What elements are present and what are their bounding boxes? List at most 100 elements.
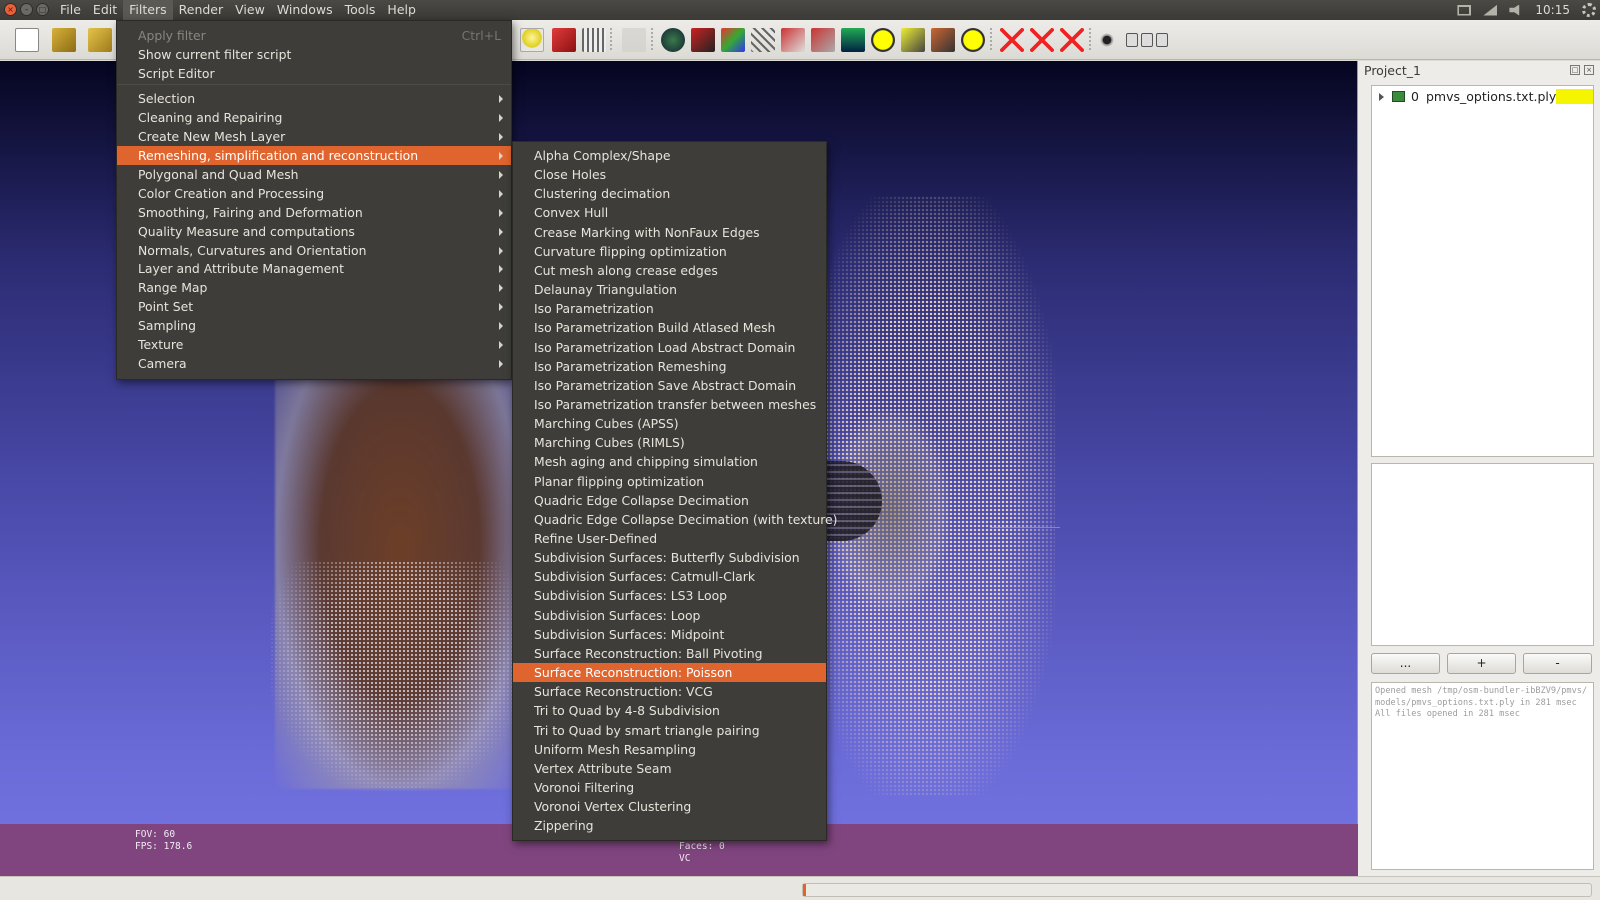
- close-panel-button[interactable]: ×: [1584, 65, 1594, 75]
- smooth-shading-icon[interactable]: [552, 28, 576, 52]
- remesh-menu-item[interactable]: Marching Cubes (RIMLS): [513, 433, 826, 452]
- remesh-menu-item[interactable]: Subdivision Surfaces: Midpoint: [513, 625, 826, 644]
- remesh-menu-item[interactable]: Iso Parametrization Save Abstract Domain: [513, 376, 826, 395]
- filters-menu-item[interactable]: Color Creation and Processing: [117, 184, 511, 203]
- eye-icon[interactable]: [1100, 33, 1114, 47]
- filters-menu-item[interactable]: Polygonal and Quad Mesh: [117, 165, 511, 184]
- remesh-menu-item[interactable]: Clustering decimation: [513, 184, 826, 203]
- menu-windows[interactable]: Windows: [271, 0, 339, 20]
- visibility-icon[interactable]: [1392, 91, 1405, 102]
- minimize-icon[interactable]: [1126, 33, 1138, 47]
- select-vertices-icon[interactable]: [781, 28, 805, 52]
- filters-menu-item[interactable]: Remeshing, simplification and reconstruc…: [117, 146, 511, 165]
- gear-icon[interactable]: [1582, 3, 1596, 17]
- remesh-menu-item[interactable]: Close Holes: [513, 165, 826, 184]
- texture-icon[interactable]: [582, 28, 606, 52]
- brush-icon[interactable]: [901, 28, 925, 52]
- remesh-menu-item[interactable]: Subdivision Surfaces: Catmull-Clark: [513, 567, 826, 586]
- filters-menu-item[interactable]: Smoothing, Fairing and Deformation: [117, 203, 511, 222]
- remesh-menu-item[interactable]: Surface Reconstruction: Poisson: [513, 663, 826, 683]
- remesh-menu-item[interactable]: Iso Parametrization Remeshing: [513, 357, 826, 376]
- filters-menu-item[interactable]: Texture: [117, 335, 511, 354]
- remesh-menu-item[interactable]: Iso Parametrization: [513, 299, 826, 318]
- filters-menu-item[interactable]: Quality Measure and computations: [117, 222, 511, 241]
- remesh-menu-item[interactable]: Uniform Mesh Resampling: [513, 740, 826, 759]
- network-icon[interactable]: [1483, 4, 1498, 16]
- clock[interactable]: 10:15: [1535, 3, 1570, 17]
- info-icon[interactable]: [961, 28, 985, 52]
- remesh-menu-item[interactable]: Surface Reconstruction: Ball Pivoting: [513, 644, 826, 663]
- remesh-menu-item[interactable]: Refine User-Defined: [513, 529, 826, 548]
- remesh-menu-item[interactable]: Subdivision Surfaces: Loop: [513, 606, 826, 625]
- remesh-menu-item[interactable]: Delaunay Triangulation: [513, 280, 826, 299]
- filters-menu-item[interactable]: Apply filter Ctrl+L: [117, 26, 511, 45]
- remesh-menu-item[interactable]: Alpha Complex/Shape: [513, 146, 826, 165]
- remesh-menu-item[interactable]: Iso Parametrization Load Abstract Domain: [513, 338, 826, 357]
- close-icon[interactable]: [1156, 33, 1168, 47]
- remesh-menu-item[interactable]: Vertex Attribute Seam: [513, 759, 826, 778]
- annotation-icon[interactable]: [871, 28, 895, 52]
- delete-faces-icon[interactable]: [1000, 28, 1024, 52]
- add-button[interactable]: +: [1447, 653, 1516, 674]
- minimize-window-button[interactable]: –: [20, 3, 33, 16]
- remesh-menu-item[interactable]: Zippering: [513, 816, 826, 835]
- filters-menu-item[interactable]: Cleaning and Repairing: [117, 108, 511, 127]
- filters-menu-item[interactable]: Selection: [117, 89, 511, 108]
- filters-menu-item[interactable]: Create New Mesh Layer: [117, 127, 511, 146]
- remesh-menu-item[interactable]: Mesh aging and chipping simulation: [513, 452, 826, 471]
- filters-menu-item[interactable]: Sampling: [117, 316, 511, 335]
- more-button[interactable]: ...: [1371, 653, 1440, 674]
- light-bulb-icon[interactable]: [520, 28, 544, 52]
- menu-edit[interactable]: Edit: [87, 0, 123, 20]
- delete-vertices-icon[interactable]: [1030, 28, 1054, 52]
- maximize-window-button[interactable]: □: [36, 3, 49, 16]
- remesh-menu-item[interactable]: Marching Cubes (APSS): [513, 414, 826, 433]
- remesh-menu-item[interactable]: Subdivision Surfaces: Butterfly Subdivis…: [513, 548, 826, 567]
- pick-icon[interactable]: [622, 28, 646, 52]
- remesh-menu-item[interactable]: Voronoi Filtering: [513, 778, 826, 797]
- remesh-menu-item[interactable]: Quadric Edge Collapse Decimation: [513, 491, 826, 510]
- expand-arrow-icon[interactable]: [1379, 93, 1384, 101]
- filters-menu-item[interactable]: Point Set: [117, 297, 511, 316]
- menu-render[interactable]: Render: [173, 0, 230, 20]
- open-project-icon[interactable]: [52, 28, 76, 52]
- filters-menu-item[interactable]: Camera: [117, 354, 511, 373]
- volume-icon[interactable]: [1509, 4, 1520, 16]
- menu-file[interactable]: File: [54, 0, 87, 20]
- raster-icon[interactable]: [841, 28, 865, 52]
- menu-tools[interactable]: Tools: [339, 0, 382, 20]
- remesh-menu-item[interactable]: Curvature flipping optimization: [513, 242, 826, 261]
- select-faces-icon[interactable]: [751, 28, 775, 52]
- new-file-icon[interactable]: [15, 28, 39, 52]
- remesh-menu-item[interactable]: Surface Reconstruction: VCG: [513, 682, 826, 701]
- remove-button[interactable]: -: [1523, 653, 1592, 674]
- remesh-menu-item[interactable]: Voronoi Vertex Clustering: [513, 797, 826, 816]
- globe-icon[interactable]: [661, 28, 685, 52]
- color-icon[interactable]: [721, 28, 745, 52]
- remesh-menu-item[interactable]: Cut mesh along crease edges: [513, 261, 826, 280]
- remesh-menu-item[interactable]: Tri to Quad by 4-8 Subdivision: [513, 701, 826, 720]
- remesh-menu-item[interactable]: Planar flipping optimization: [513, 472, 826, 491]
- filters-menu-item[interactable]: Range Map: [117, 278, 511, 297]
- filters-menu-item[interactable]: Layer and Attribute Management: [117, 259, 511, 278]
- close-window-button[interactable]: ×: [4, 3, 17, 16]
- filters-menu-item[interactable]: Script Editor: [117, 64, 511, 83]
- layer-row[interactable]: 0 pmvs_options.txt.ply: [1372, 88, 1593, 106]
- remesh-menu-item[interactable]: Crease Marking with NonFaux Edges: [513, 223, 826, 242]
- menu-help[interactable]: Help: [381, 0, 422, 20]
- restore-icon[interactable]: [1141, 33, 1153, 47]
- float-panel-button[interactable]: □: [1570, 65, 1580, 75]
- remesh-menu-item[interactable]: Quadric Edge Collapse Decimation (with t…: [513, 510, 837, 529]
- remesh-menu-item[interactable]: Iso Parametrization Build Atlased Mesh: [513, 318, 826, 337]
- remesh-menu-item[interactable]: Iso Parametrization transfer between mes…: [513, 395, 826, 414]
- remesh-menu-item[interactable]: Tri to Quad by smart triangle pairing: [513, 721, 826, 740]
- remesh-menu-item[interactable]: Subdivision Surfaces: LS3 Loop: [513, 586, 826, 605]
- filters-menu-item[interactable]: Normals, Curvatures and Orientation: [117, 241, 511, 260]
- paint-icon[interactable]: [691, 28, 715, 52]
- select-region-icon[interactable]: [811, 28, 835, 52]
- open-folder-icon[interactable]: [88, 28, 112, 52]
- remesh-menu-item[interactable]: Convex Hull: [513, 203, 826, 222]
- mail-icon[interactable]: [1457, 4, 1472, 16]
- pencil-icon[interactable]: [931, 28, 955, 52]
- menu-view[interactable]: View: [229, 0, 271, 20]
